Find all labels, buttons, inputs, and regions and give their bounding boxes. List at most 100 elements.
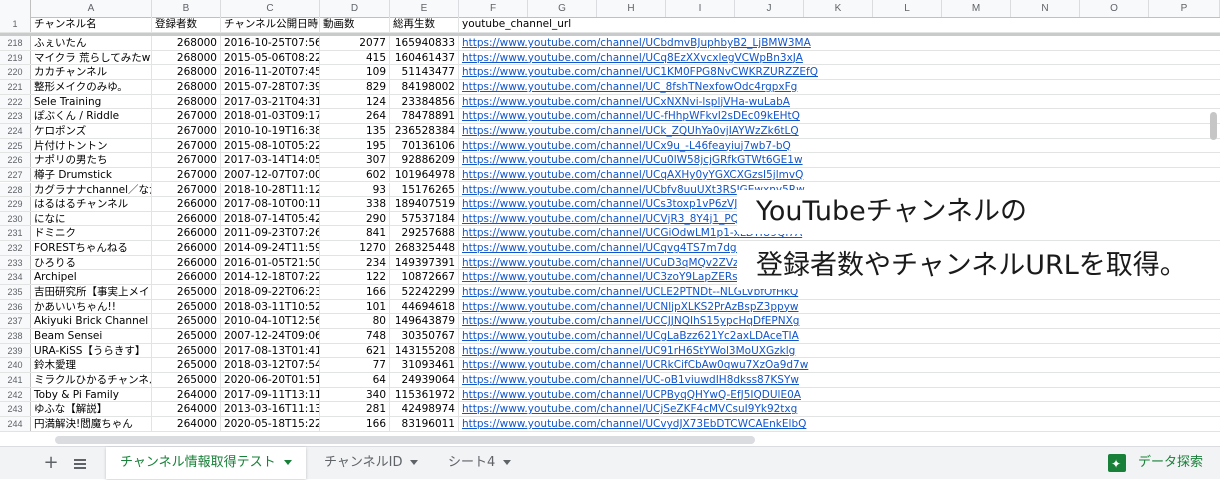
cell-channel-name[interactable]: になに xyxy=(31,211,152,226)
cell-view-count[interactable]: 23384856 xyxy=(390,94,459,109)
cell-view-count[interactable]: 143155208 xyxy=(390,343,459,358)
cell-channel-url[interactable]: https://www.youtube.com/channel/UCxNXNvi… xyxy=(459,95,790,109)
cell-video-count[interactable]: 64 xyxy=(320,372,390,387)
row-number[interactable]: 238 xyxy=(0,329,31,343)
cell-video-count[interactable]: 621 xyxy=(320,343,390,358)
cell-view-count[interactable]: 101964978 xyxy=(390,167,459,182)
cell-subscribers[interactable]: 265000 xyxy=(152,372,221,387)
all-sheets-button[interactable] xyxy=(70,453,90,475)
cell-header-views[interactable]: 総再生数 xyxy=(390,17,459,32)
cell-view-count[interactable]: 70136106 xyxy=(390,138,459,153)
cell-published-at[interactable]: 2015-08-10T05:22:38Z xyxy=(221,138,320,153)
cell-channel-name[interactable]: ナポリの男たち xyxy=(31,153,152,167)
cell-view-count[interactable]: 51143477 xyxy=(390,65,459,79)
cell-channel-name[interactable]: 整形メイクのみゆ。 xyxy=(31,79,152,94)
cell-published-at[interactable]: 2018-07-14T05:42:57Z xyxy=(221,211,320,226)
cell-view-count[interactable]: 115361972 xyxy=(390,387,459,402)
add-sheet-button[interactable]: + xyxy=(40,453,62,475)
row-number[interactable]: 225 xyxy=(0,138,31,153)
cell-published-at[interactable]: 2014-12-18T07:22:28Z xyxy=(221,270,320,285)
row-number[interactable]: 222 xyxy=(0,94,31,109)
cell-channel-url[interactable]: https://www.youtube.com/channel/UC-fHhpW… xyxy=(459,109,800,123)
cell-channel-url[interactable]: https://www.youtube.com/channel/UCuD3qMQ… xyxy=(459,256,810,270)
column-header[interactable]: G xyxy=(528,0,597,17)
cell-channel-name[interactable]: 円満解決!閻魔ちゃん xyxy=(31,416,152,431)
cell-subscribers[interactable]: 265000 xyxy=(152,285,221,299)
cell-published-at[interactable]: 2015-07-28T07:39:03Z xyxy=(221,79,320,94)
cell-view-count[interactable]: 29257688 xyxy=(390,226,459,241)
cell-channel-url[interactable]: https://www.youtube.com/channel/UCPByqQH… xyxy=(459,388,801,402)
cell-published-at[interactable]: 2020-06-20T01:51:48.5 xyxy=(221,372,320,387)
cell-video-count[interactable]: 338 xyxy=(320,197,390,211)
cell-channel-url[interactable]: https://www.youtube.com/channel/UC_8fshT… xyxy=(459,80,797,94)
cell-channel-url[interactable]: https://www.youtube.com/channel/UCqvg4TS… xyxy=(459,241,816,255)
cell-video-count[interactable]: 135 xyxy=(320,123,390,138)
cell-video-count[interactable]: 307 xyxy=(320,153,390,167)
cell-view-count[interactable]: 84198002 xyxy=(390,79,459,94)
cell-channel-url[interactable]: https://www.youtube.com/channel/UCjSeZKF… xyxy=(459,402,797,416)
cell-published-at[interactable]: 2020-05-18T15:22:32.8 xyxy=(221,416,320,431)
cell-channel-name[interactable]: ケロポンズ xyxy=(31,123,152,138)
cell-video-count[interactable]: 602 xyxy=(320,167,390,182)
cell-published-at[interactable]: 2010-10-19T16:38:12Z xyxy=(221,123,320,138)
cell-video-count[interactable]: 109 xyxy=(320,65,390,79)
cell-channel-url[interactable]: https://www.youtube.com/channel/UCNljpXL… xyxy=(459,300,799,314)
cell-video-count[interactable]: 80 xyxy=(320,314,390,328)
cell-channel-url[interactable]: https://www.youtube.com/channel/UCvydJX7… xyxy=(459,417,806,431)
cell-video-count[interactable]: 841 xyxy=(320,226,390,241)
explore-button[interactable]: データ探索 xyxy=(1098,447,1220,480)
cell-channel-url[interactable]: https://www.youtube.com/channel/UCx9u_-L… xyxy=(459,139,791,153)
cell-published-at[interactable]: 2014-09-24T11:59:43Z xyxy=(221,241,320,255)
cell-header-channel-name[interactable]: チャンネル名 xyxy=(31,17,152,32)
column-header[interactable]: N xyxy=(1011,0,1080,17)
cell-channel-name[interactable]: ドミニク xyxy=(31,226,152,241)
row-number[interactable]: 231 xyxy=(0,226,31,241)
cell-view-count[interactable]: 31093461 xyxy=(390,358,459,372)
cell-video-count[interactable]: 829 xyxy=(320,79,390,94)
cell-channel-name[interactable]: FORESTちゃんねる xyxy=(31,241,152,255)
row-number[interactable]: 244 xyxy=(0,416,31,431)
column-header[interactable]: H xyxy=(597,0,666,17)
cell-channel-url[interactable]: https://www.youtube.com/channel/UC91rH6S… xyxy=(459,344,795,358)
cell-view-count[interactable]: 30350767 xyxy=(390,329,459,343)
chevron-down-icon[interactable] xyxy=(503,460,512,465)
cell-channel-url[interactable]: https://www.youtube.com/channel/UCqAXHy0… xyxy=(459,168,803,182)
cell-published-at[interactable]: 2017-03-21T04:31:33Z xyxy=(221,94,320,109)
cell-subscribers[interactable]: 267000 xyxy=(152,167,221,182)
cell-channel-name[interactable]: カグラナナchannel／なかか xyxy=(31,182,152,197)
cell-video-count[interactable]: 77 xyxy=(320,358,390,372)
vertical-scrollbar[interactable] xyxy=(1210,112,1217,140)
chevron-down-icon[interactable] xyxy=(283,460,292,465)
cell-channel-url[interactable]: https://www.youtube.com/channel/UCCJJNQI… xyxy=(459,314,799,328)
cell-video-count[interactable]: 264 xyxy=(320,109,390,123)
cell-channel-name[interactable]: 吉田研究所【事実上メインチャ xyxy=(31,285,152,299)
cell-video-count[interactable]: 195 xyxy=(320,138,390,153)
row-number[interactable]: 227 xyxy=(0,167,31,182)
cell-view-count[interactable]: 24939064 xyxy=(390,372,459,387)
cell-channel-url[interactable]: https://www.youtube.com/channel/UC1KM0FP… xyxy=(459,65,818,79)
row-number[interactable]: 228 xyxy=(0,182,31,197)
cell-subscribers[interactable]: 267000 xyxy=(152,138,221,153)
cell-channel-url[interactable]: https://www.youtube.com/channel/UCq8EzXX… xyxy=(459,51,803,65)
row-number[interactable]: 234 xyxy=(0,270,31,285)
row-number[interactable]: 236 xyxy=(0,299,31,314)
cell-subscribers[interactable]: 265000 xyxy=(152,299,221,314)
cell-channel-url[interactable]: https://www.youtube.com/channel/UCGiOdwL… xyxy=(459,226,802,240)
cell-channel-name[interactable]: ミラクルひかるチャンネル xyxy=(31,372,152,387)
cell-subscribers[interactable]: 268000 xyxy=(152,36,221,50)
sheet-tab-channel-info[interactable]: チャンネル情報取得テスト xyxy=(106,447,306,479)
cell-channel-name[interactable]: Archipel xyxy=(31,270,152,285)
row-number[interactable]: 229 xyxy=(0,197,31,211)
cell-video-count[interactable]: 281 xyxy=(320,402,390,416)
cell-subscribers[interactable]: 266000 xyxy=(152,255,221,270)
cell-subscribers[interactable]: 264000 xyxy=(152,387,221,402)
column-header[interactable]: A xyxy=(31,0,152,17)
row-number[interactable]: 239 xyxy=(0,343,31,358)
cell-video-count[interactable]: 415 xyxy=(320,50,390,65)
column-header[interactable]: O xyxy=(1080,0,1149,17)
row-number[interactable]: 237 xyxy=(0,314,31,328)
cell-view-count[interactable]: 165940833 xyxy=(390,36,459,50)
cell-channel-name[interactable]: マイクラ 荒らしてみたww xyxy=(31,50,152,65)
cell-subscribers[interactable]: 268000 xyxy=(152,65,221,79)
cell-video-count[interactable]: 1270 xyxy=(320,241,390,255)
